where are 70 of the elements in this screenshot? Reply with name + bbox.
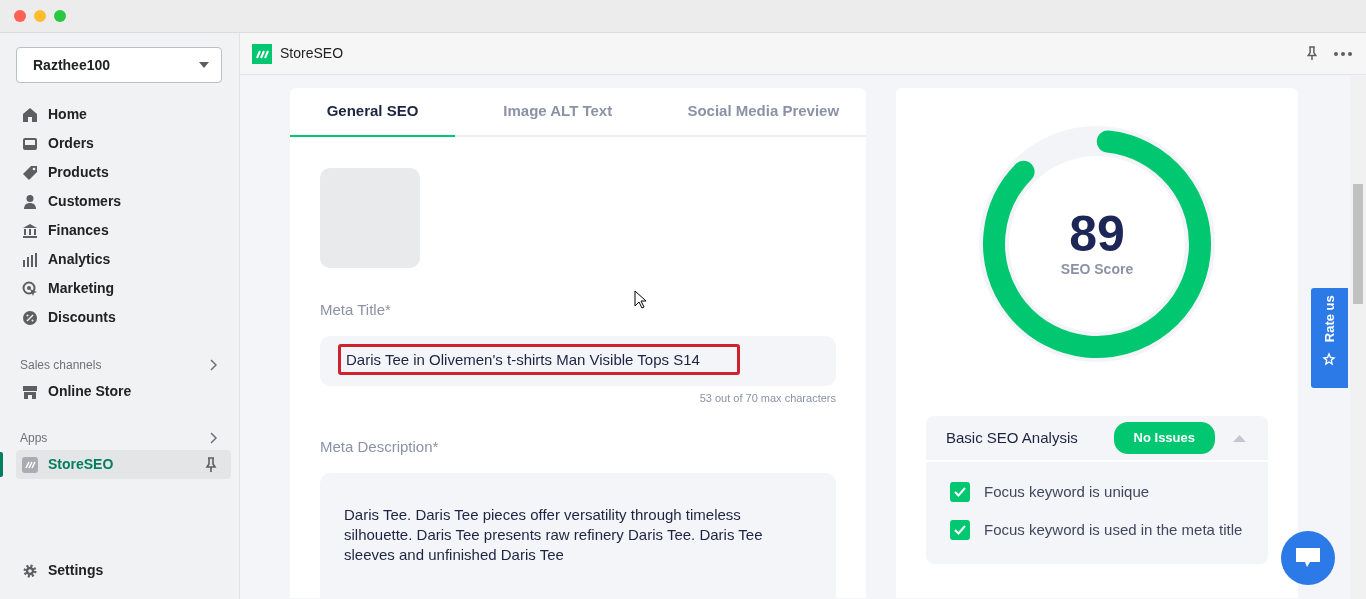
field-label: Meta Description* bbox=[320, 437, 439, 457]
sidebar-item[interactable]: Orders bbox=[16, 129, 231, 158]
bar-chart-icon bbox=[22, 251, 38, 268]
sidebar-item-label: Marketing bbox=[48, 279, 116, 298]
target-icon bbox=[22, 280, 38, 297]
chevron-right-icon[interactable] bbox=[210, 432, 217, 444]
status-badge: No Issues bbox=[1113, 422, 1215, 454]
scrollbar[interactable] bbox=[1350, 76, 1366, 599]
sidebar-item-label: Finances bbox=[48, 221, 110, 240]
field-label: Meta Title* bbox=[320, 300, 391, 320]
scrollbar-thumb[interactable] bbox=[1353, 184, 1363, 304]
score-label: SEO Score bbox=[1060, 259, 1134, 279]
chat-button[interactable] bbox=[1281, 531, 1335, 585]
house-icon bbox=[22, 106, 38, 123]
pin-icon[interactable] bbox=[1306, 46, 1318, 61]
selection-bar bbox=[0, 452, 3, 477]
character-counter: 53 out of 70 max characters bbox=[698, 390, 836, 406]
caret-up-icon[interactable] bbox=[1233, 434, 1246, 442]
settings-icon bbox=[22, 562, 38, 579]
person-icon bbox=[22, 193, 38, 210]
meta-title-field[interactable]: Daris Tee in Olivemen's t-shirts Man Visible Tops S14 bbox=[320, 335, 836, 386]
percent-badge-icon bbox=[22, 309, 38, 326]
app-logo-icon bbox=[252, 43, 272, 64]
checkmark-icon bbox=[954, 487, 966, 497]
sidebar-item-label: Orders bbox=[48, 134, 95, 153]
sidebar-item[interactable]: Customers bbox=[16, 187, 231, 216]
chevron-right-icon[interactable] bbox=[210, 359, 217, 371]
sidebar-item[interactable]: Home bbox=[16, 100, 231, 129]
more-options-icon[interactable] bbox=[1334, 51, 1352, 56]
section-heading: Apps bbox=[20, 430, 48, 447]
checkbox[interactable] bbox=[950, 520, 970, 540]
sidebar-item[interactable]: Products bbox=[16, 158, 231, 187]
tab[interactable]: General SEO bbox=[290, 88, 455, 137]
sidebar-item[interactable]: Online Store bbox=[16, 377, 231, 406]
maximize-icon[interactable] bbox=[54, 10, 66, 22]
sidebar-item-label: StoreSEO bbox=[48, 455, 115, 474]
store-selector[interactable]: Razthee100 bbox=[16, 47, 222, 83]
checkbox[interactable] bbox=[950, 482, 970, 502]
sidebar-item-label: Online Store bbox=[48, 382, 133, 401]
inbox-icon bbox=[22, 135, 38, 152]
star-icon bbox=[1321, 350, 1338, 367]
storefront-icon bbox=[22, 383, 38, 400]
app-title: StoreSEO bbox=[280, 44, 345, 63]
close-icon[interactable] bbox=[14, 10, 26, 22]
pin-icon[interactable] bbox=[203, 456, 219, 473]
score-value: 89 bbox=[1069, 208, 1125, 259]
sidebar-item-label: Products bbox=[48, 163, 110, 182]
caret-down-icon bbox=[199, 62, 209, 68]
chat-bubble-icon bbox=[1295, 547, 1321, 569]
section-heading: Sales channels bbox=[20, 357, 102, 374]
sidebar-item-label: Analytics bbox=[48, 250, 112, 269]
tag-icon bbox=[22, 164, 38, 181]
sidebar-item-label: Home bbox=[48, 105, 88, 124]
rate-us-tab[interactable]: Rate us bbox=[1311, 288, 1348, 388]
minimize-icon[interactable] bbox=[34, 10, 46, 22]
sidebar-item[interactable]: Finances bbox=[16, 216, 231, 245]
check-item-text: Focus keyword is used in the meta title bbox=[984, 520, 1243, 540]
sidebar-item[interactable]: Analytics bbox=[16, 245, 231, 274]
sidebar-item[interactable]: Marketing bbox=[16, 274, 231, 303]
settings-link[interactable]: Settings bbox=[16, 556, 231, 585]
sidebar-item-label: Customers bbox=[48, 192, 123, 211]
bank-icon bbox=[22, 222, 38, 239]
app-logo-icon bbox=[22, 456, 38, 473]
panel-title: Basic SEO Analysis bbox=[946, 427, 1079, 448]
checkmark-icon bbox=[954, 525, 966, 535]
sidebar-item[interactable]: Discounts bbox=[16, 303, 231, 332]
sidebar-item-label: Discounts bbox=[48, 308, 117, 327]
mouse-pointer-icon bbox=[634, 290, 647, 309]
check-item-text: Focus keyword is unique bbox=[984, 482, 1150, 502]
meta-description-field[interactable]: Daris Tee. Daris Tee pieces offer versatility through timeless silhouette. Daris Tee presents raw refinery Daris Tee. Daris Tee sleeves and unfinished Daris Tee bbox=[320, 472, 836, 598]
